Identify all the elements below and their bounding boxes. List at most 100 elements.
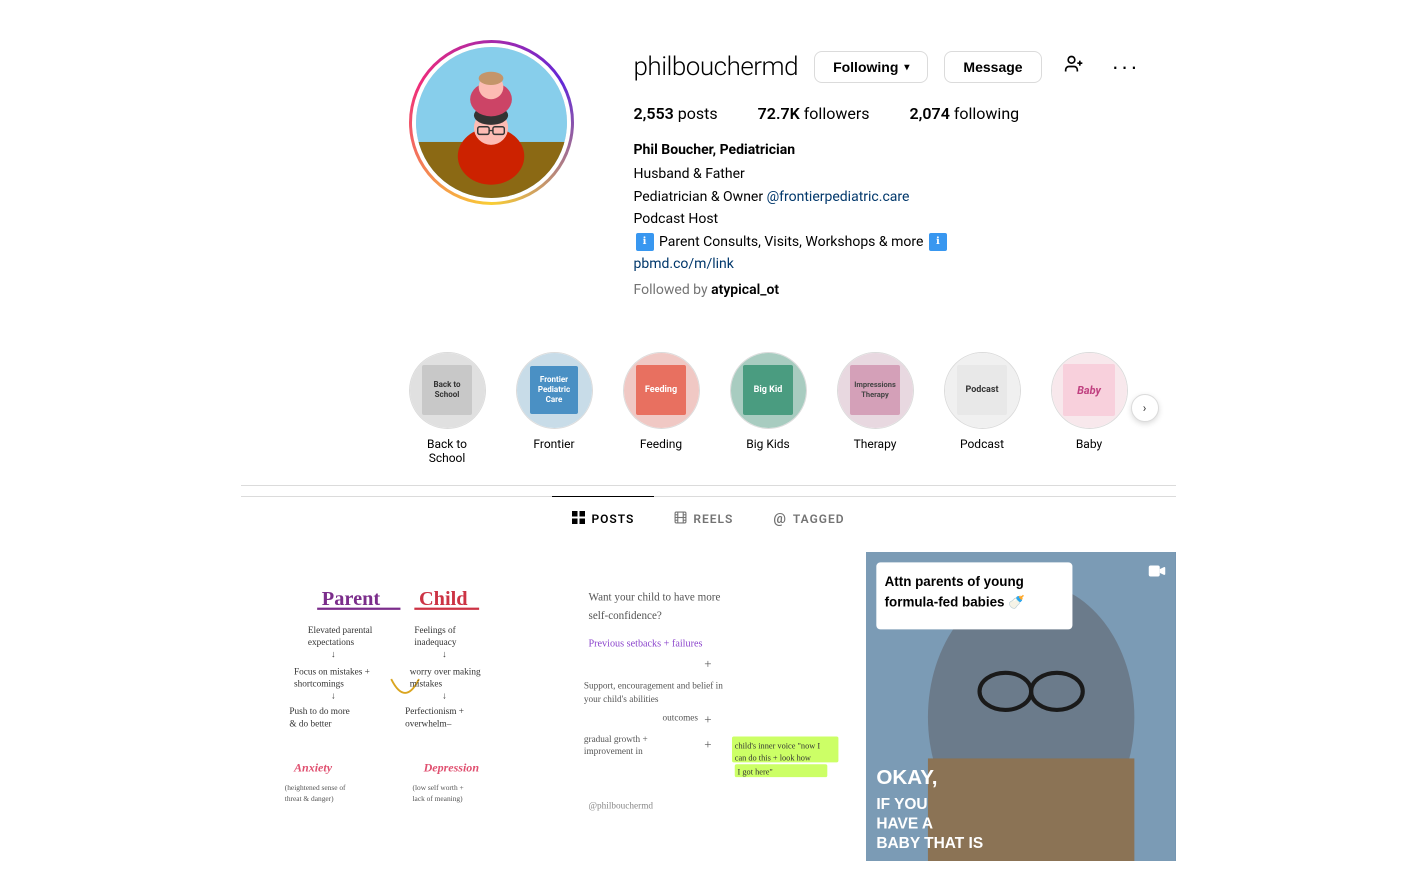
highlight-baby[interactable]: Baby Baby: [1051, 352, 1128, 451]
svg-text:self-confidence?: self-confidence?: [588, 610, 661, 622]
tab-posts[interactable]: POSTS: [552, 496, 654, 542]
svg-text:Anxiety: Anxiety: [293, 760, 333, 774]
svg-text:Depression: Depression: [423, 760, 480, 774]
highlight-circle-therapy: ImpressionsTherapy: [837, 352, 914, 429]
tab-tagged[interactable]: @ TAGGED: [753, 496, 864, 542]
reels-icon: [674, 511, 687, 528]
svg-text:(heightened sense of: (heightened sense of: [285, 783, 346, 792]
posts-grid-icon: [572, 511, 585, 528]
svg-text:IF YOU: IF YOU: [877, 796, 928, 813]
highlights-next-button[interactable]: ›: [1131, 394, 1159, 422]
svg-text:lack of meaning): lack of meaning): [412, 794, 463, 803]
ellipsis-icon: ···: [1112, 54, 1140, 79]
svg-text:gradual growth +: gradual growth +: [584, 735, 648, 745]
tab-reels[interactable]: REELS: [654, 496, 753, 542]
svg-text:Previous setbacks + failures: Previous setbacks + failures: [588, 638, 702, 649]
highlight-circle-back-to-school: Back toSchool: [409, 352, 486, 429]
highlight-big-kids[interactable]: Big Kid Big Kids: [730, 352, 807, 451]
svg-text:formula-fed babies 🍼: formula-fed babies 🍼: [885, 593, 1026, 609]
add-person-icon: [1064, 54, 1084, 74]
frontier-link[interactable]: @frontierpediatric.care: [767, 189, 910, 205]
add-person-button[interactable]: [1058, 50, 1090, 84]
svg-text:shortcomings: shortcomings: [294, 679, 344, 689]
chevron-right-icon: ›: [1143, 401, 1147, 415]
posts-stat: 2,553 posts: [634, 104, 718, 123]
highlight-circle-big-kids: Big Kid: [730, 352, 807, 429]
svg-text:↓: ↓: [442, 650, 447, 660]
posts-grid: Parent Child Elevated parental expectati…: [241, 542, 1176, 871]
svg-text:Support, encouragement and bel: Support, encouragement and belief in: [584, 681, 723, 691]
bio-name: Phil Boucher, Pediatrician: [634, 139, 1149, 161]
bio-followed: Followed by atypical_ot: [634, 279, 1149, 301]
post-1-image: Parent Child Elevated parental expectati…: [257, 568, 535, 846]
post-2-image: Want your child to have more self-confid…: [570, 568, 848, 846]
svg-text:expectations: expectations: [308, 638, 355, 648]
following-stat[interactable]: 2,074 following: [910, 104, 1020, 123]
highlight-back-to-school[interactable]: Back toSchool Back to School: [409, 352, 486, 465]
highlight-circle-baby: Baby: [1051, 352, 1128, 429]
follower-link[interactable]: atypical_ot: [711, 282, 779, 298]
svg-text:Attn parents of young: Attn parents of young: [885, 574, 1024, 589]
svg-text:outcomes: outcomes: [662, 713, 698, 723]
highlight-circle-podcast: Podcast: [944, 352, 1021, 429]
highlight-podcast[interactable]: Podcast Podcast: [944, 352, 1021, 451]
more-options-button[interactable]: ···: [1106, 50, 1146, 84]
post-item-2[interactable]: Want your child to have more self-confid…: [554, 552, 864, 862]
bio-line2: Pediatrician & Owner @frontierpediatric.…: [634, 186, 1149, 208]
bio-line1: Husband & Father: [634, 163, 1149, 185]
svg-text:+: +: [704, 656, 711, 671]
svg-text:& do better: & do better: [289, 719, 331, 729]
svg-text:+: +: [704, 711, 711, 726]
followers-stat[interactable]: 72.7K followers: [758, 104, 870, 123]
highlight-label-therapy: Therapy: [854, 437, 897, 451]
svg-text:inadequacy: inadequacy: [414, 638, 456, 648]
svg-text:@philbouchermd: @philbouchermd: [588, 801, 653, 811]
bio-line4: ℹ Parent Consults, Visits, Workshops & m…: [634, 231, 1149, 253]
svg-text:overwhelm–: overwhelm–: [405, 719, 452, 729]
avatar: [412, 43, 571, 202]
highlight-circle-frontier: FrontierPediatricCare: [516, 352, 593, 429]
profile-header-row: philbouchermd Following ▾ Message ···: [634, 50, 1149, 84]
svg-text:↓: ↓: [331, 691, 336, 701]
svg-text:HAVE A: HAVE A: [877, 815, 934, 832]
post-3-image: Attn parents of young formula-fed babies…: [866, 552, 1176, 862]
svg-text:Focus on mistakes +: Focus on mistakes +: [294, 667, 370, 677]
svg-text:child's inner voice "now I: child's inner voice "now I: [734, 741, 820, 750]
svg-text:I got here": I got here": [737, 767, 772, 776]
highlight-label-feeding: Feeding: [640, 437, 682, 451]
tagged-icon: @: [773, 511, 787, 527]
stats-row: 2,553 posts 72.7K followers 2,074 follow…: [634, 104, 1149, 123]
bio-link-line: pbmd.co/m/link: [634, 253, 1149, 275]
svg-text:Push to do more: Push to do more: [289, 707, 349, 717]
highlight-label-back-to-school: Back to School: [409, 437, 486, 465]
post-item-3[interactable]: Attn parents of young formula-fed babies…: [866, 552, 1176, 862]
svg-text:(low self worth +: (low self worth +: [412, 783, 463, 792]
highlight-label-frontier: Frontier: [533, 437, 574, 451]
svg-text:Want your child to have more: Want your child to have more: [588, 591, 720, 603]
svg-text:BABY THAT IS: BABY THAT IS: [877, 835, 984, 852]
svg-text:mistakes: mistakes: [410, 679, 443, 689]
highlight-circle-feeding: Feeding: [623, 352, 700, 429]
highlight-feeding[interactable]: Feeding Feeding: [623, 352, 700, 451]
svg-text:Perfectionism +: Perfectionism +: [405, 707, 464, 717]
post-item-1[interactable]: Parent Child Elevated parental expectati…: [241, 552, 551, 862]
profile-section: philbouchermd Following ▾ Message ···: [209, 0, 1209, 332]
profile-link[interactable]: pbmd.co/m/link: [634, 256, 734, 272]
highlight-label-big-kids: Big Kids: [746, 437, 790, 451]
avatar-photo: [416, 47, 567, 198]
chevron-down-icon: ▾: [904, 62, 909, 73]
emoji-icon-2: ℹ: [929, 233, 947, 251]
svg-text:↓: ↓: [331, 650, 336, 660]
profile-info: philbouchermd Following ▾ Message ···: [634, 40, 1149, 302]
svg-text:worry over making: worry over making: [410, 667, 481, 677]
highlight-label-podcast: Podcast: [960, 437, 1004, 451]
message-button[interactable]: Message: [944, 51, 1041, 83]
following-button[interactable]: Following ▾: [814, 51, 928, 83]
svg-text:OKAY,: OKAY,: [877, 766, 938, 789]
avatar-wrapper: [409, 40, 574, 205]
highlight-frontier[interactable]: FrontierPediatricCare Frontier: [516, 352, 593, 451]
highlight-therapy[interactable]: ImpressionsTherapy Therapy: [837, 352, 914, 451]
video-icon: [1146, 560, 1168, 587]
highlights-section: Back toSchool Back to School FrontierPed…: [209, 332, 1209, 485]
svg-text:+: +: [704, 736, 711, 751]
